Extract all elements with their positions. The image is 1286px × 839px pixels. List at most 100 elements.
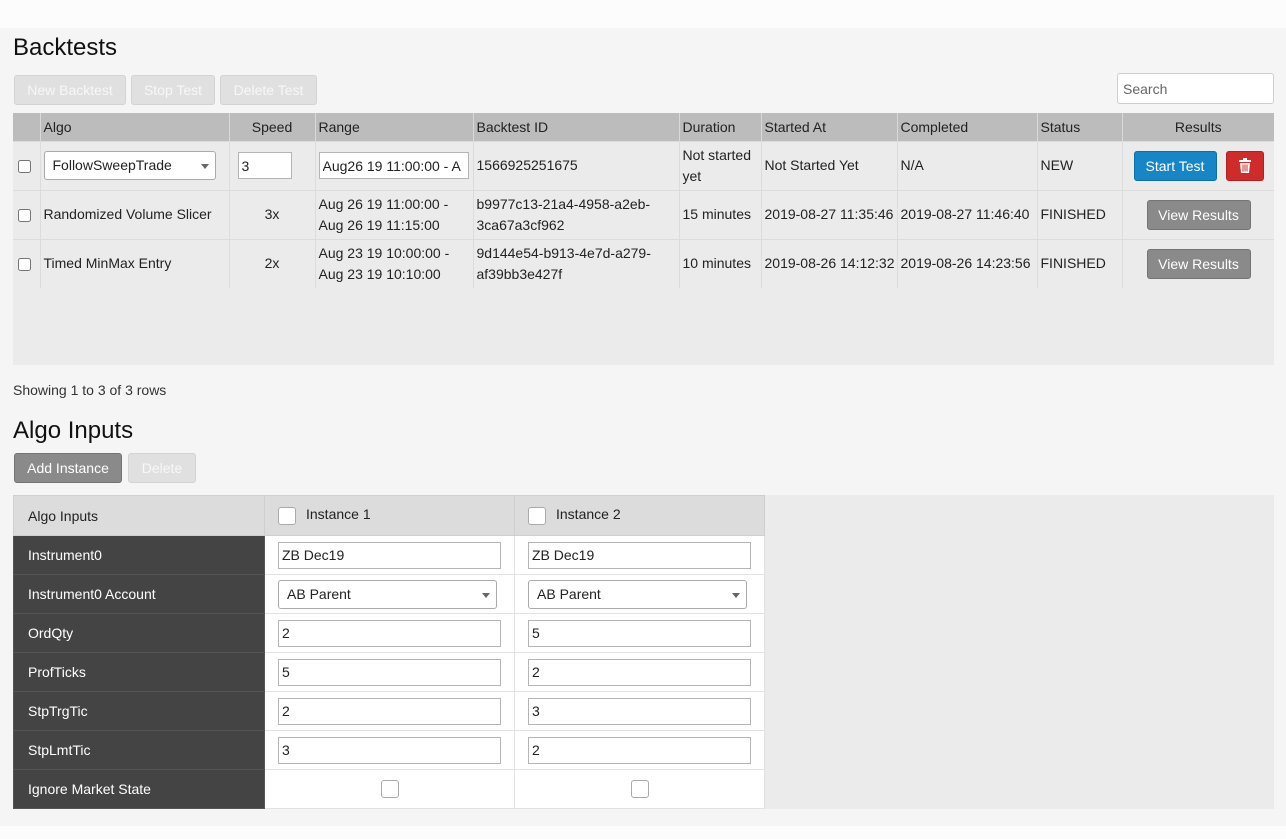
backtest-id-cell: b9977c13-21a4-4958-a2eb-3ca67a3cf962 xyxy=(473,189,680,239)
status-cell: FINISHED xyxy=(1037,238,1123,288)
param-row-instrument0: Instrument0 xyxy=(13,535,765,575)
profticks-input-1[interactable] xyxy=(278,658,501,686)
account-select-value: AB Parent xyxy=(287,585,351,602)
status-cell: NEW xyxy=(1037,140,1123,190)
view-results-button[interactable]: View Results xyxy=(1146,199,1251,230)
duration-cell: Not started yet xyxy=(679,140,762,190)
section-title-algo-inputs: Algo Inputs xyxy=(13,417,134,444)
delete-instance-button[interactable]: Delete xyxy=(128,453,196,483)
pagination-info: Showing 1 to 3 of 3 rows xyxy=(13,382,167,398)
instance-header-2: Instance 2 xyxy=(514,495,765,536)
algo-inputs-grid: Algo Inputs Instance 1 Instance 2 Instru… xyxy=(13,495,765,809)
ordqty-input-2[interactable] xyxy=(528,619,751,647)
stplmttic-input-1[interactable] xyxy=(278,736,501,764)
completed-cell: 2019-08-27 11:46:40 xyxy=(897,189,1038,239)
instance-header-1: Instance 1 xyxy=(264,495,515,536)
stop-test-button[interactable]: Stop Test xyxy=(131,75,215,105)
completed-cell: 2019-08-26 14:23:56 xyxy=(897,238,1038,288)
column-header-algo[interactable]: Algo xyxy=(40,113,230,141)
new-backtest-button[interactable]: New Backtest xyxy=(14,75,126,105)
bottom-bar xyxy=(0,826,1286,839)
param-row-ignore-market-state: Ignore Market State xyxy=(13,769,765,809)
chevron-down-icon xyxy=(732,592,740,598)
param-label: Instrument0 xyxy=(13,535,265,575)
account-select-1[interactable]: AB Parent xyxy=(278,579,497,609)
param-label: StpTrgTic xyxy=(13,691,265,731)
stplmttic-input-2[interactable] xyxy=(528,736,751,764)
delete-row-button[interactable] xyxy=(1225,150,1264,181)
account-select-2[interactable]: AB Parent xyxy=(528,579,747,609)
profticks-input-2[interactable] xyxy=(528,658,751,686)
instance-1-checkbox[interactable] xyxy=(278,506,296,525)
select-all-header xyxy=(13,113,41,141)
chevron-down-icon xyxy=(482,592,490,598)
algo-cell: Randomized Volume Slicer xyxy=(40,189,230,239)
page-title: Backtests xyxy=(13,34,118,61)
algo-select-value: FollowSweepTrade xyxy=(52,157,172,173)
table-header-row: Algo Speed Range Backtest ID Duration St… xyxy=(13,113,1274,141)
range-cell: Aug 26 19 11:00:00 - Aug 26 19 11:15:00 xyxy=(315,189,474,239)
duration-cell: 15 minutes xyxy=(679,189,762,239)
instrument0-input-1[interactable] xyxy=(278,541,501,569)
view-results-button[interactable]: View Results xyxy=(1146,248,1251,279)
account-select-value: AB Parent xyxy=(537,585,601,602)
row-checkbox[interactable] xyxy=(18,159,31,173)
started-at-cell: 2019-08-26 14:12:32 xyxy=(761,238,898,288)
ordqty-input-1[interactable] xyxy=(278,619,501,647)
started-at-cell: Not Started Yet xyxy=(761,140,898,190)
stptrgtic-input-1[interactable] xyxy=(278,697,501,725)
table-row: Timed MinMax Entry 2x Aug 23 19 10:00:00… xyxy=(13,238,1274,288)
column-header-started-at[interactable]: Started At xyxy=(761,113,898,141)
param-label: StpLmtTic xyxy=(13,730,265,770)
algo-inputs-header: Algo Inputs xyxy=(13,495,265,536)
column-header-range[interactable]: Range xyxy=(315,113,474,141)
backtest-id-cell: 9d144e54-b913-4e7d-a279-af39bb3e427f xyxy=(473,238,680,288)
backtests-table-container: Algo Speed Range Backtest ID Duration St… xyxy=(13,113,1274,365)
column-header-backtest-id[interactable]: Backtest ID xyxy=(473,113,680,141)
column-header-results: Results xyxy=(1122,113,1274,141)
started-at-cell: 2019-08-27 11:35:46 xyxy=(761,189,898,239)
speed-input[interactable] xyxy=(237,152,292,179)
speed-cell: 2x xyxy=(229,238,316,288)
instance-2-checkbox[interactable] xyxy=(528,506,546,525)
algo-cell: Timed MinMax Entry xyxy=(40,238,230,288)
add-instance-button[interactable]: Add Instance xyxy=(14,453,122,483)
status-cell: FINISHED xyxy=(1037,189,1123,239)
row-checkbox[interactable] xyxy=(18,258,31,272)
param-row-stptrgtic: StpTrgTic xyxy=(13,691,765,731)
param-row-stplmttic: StpLmtTic xyxy=(13,730,765,770)
instrument0-input-2[interactable] xyxy=(528,541,751,569)
param-label: Instrument0 Account xyxy=(13,574,265,614)
ignore-market-state-checkbox-1[interactable] xyxy=(380,780,399,798)
instance-1-label: Instance 1 xyxy=(306,506,371,523)
table-row: Randomized Volume Slicer 3x Aug 26 19 11… xyxy=(13,189,1274,239)
param-row-ordqty: OrdQty xyxy=(13,613,765,653)
stptrgtic-input-2[interactable] xyxy=(528,697,751,725)
param-label: OrdQty xyxy=(13,613,265,653)
algo-inputs-grid-container: Algo Inputs Instance 1 Instance 2 Instru… xyxy=(13,495,1274,809)
search-input[interactable] xyxy=(1117,73,1274,104)
row-checkbox[interactable] xyxy=(18,208,31,222)
column-header-completed[interactable]: Completed xyxy=(897,113,1038,141)
range-input[interactable] xyxy=(318,152,469,179)
table-row-new: FollowSweepTrade 1566925251675 Not start… xyxy=(13,140,1274,190)
backtest-id-cell: 1566925251675 xyxy=(473,140,680,190)
top-bar xyxy=(0,0,1286,28)
ignore-market-state-checkbox-2[interactable] xyxy=(630,780,649,798)
algo-select[interactable]: FollowSweepTrade xyxy=(43,151,216,180)
range-cell: Aug 23 19 10:00:00 - Aug 23 19 10:10:00 xyxy=(315,238,474,288)
start-test-button[interactable]: Start Test xyxy=(1133,150,1217,181)
param-row-profticks: ProfTicks xyxy=(13,652,765,692)
column-header-status[interactable]: Status xyxy=(1037,113,1123,141)
param-label: ProfTicks xyxy=(13,652,265,692)
delete-test-button[interactable]: Delete Test xyxy=(220,75,317,105)
trash-icon xyxy=(1238,157,1251,173)
grid-header-row: Algo Inputs Instance 1 Instance 2 xyxy=(13,495,765,536)
column-header-duration[interactable]: Duration xyxy=(679,113,762,141)
column-header-speed[interactable]: Speed xyxy=(229,113,316,141)
duration-cell: 10 minutes xyxy=(679,238,762,288)
param-row-account: Instrument0 Account AB Parent AB Parent xyxy=(13,574,765,614)
speed-cell: 3x xyxy=(229,189,316,239)
param-label: Ignore Market State xyxy=(13,769,265,809)
backtests-table: Algo Speed Range Backtest ID Duration St… xyxy=(13,113,1274,288)
